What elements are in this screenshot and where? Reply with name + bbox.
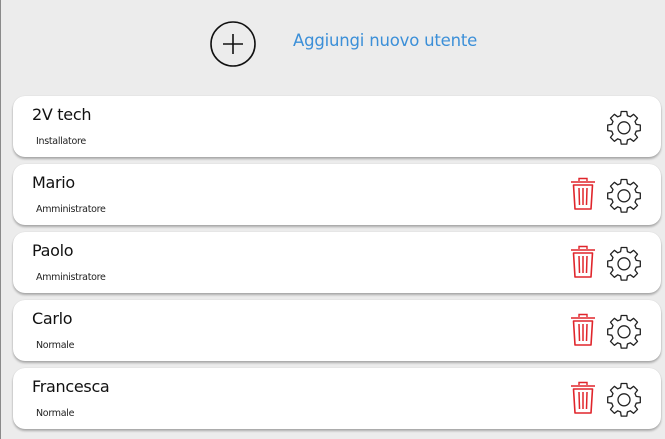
user-card[interactable]: Paolo Amministratore	[13, 232, 661, 293]
trash-icon	[571, 177, 595, 210]
user-card[interactable]: 2V tech Installatore	[13, 96, 661, 157]
gear-icon	[607, 178, 641, 213]
user-role: Installatore	[36, 136, 86, 147]
user-name: Mario	[32, 173, 75, 192]
user-list: 2V tech Installatore Mario Amministrator…	[13, 96, 661, 436]
user-name: Francesca	[32, 377, 110, 396]
add-user-button[interactable]	[209, 20, 257, 68]
trash-icon	[571, 313, 595, 346]
gear-icon	[607, 382, 641, 417]
trash-icon	[571, 245, 595, 278]
user-card[interactable]: Francesca Normale	[13, 368, 661, 429]
delete-user-button[interactable]	[569, 244, 597, 280]
user-role: Normale	[36, 340, 75, 351]
user-settings-button[interactable]	[605, 381, 643, 419]
user-settings-button[interactable]	[605, 245, 643, 283]
user-settings-button[interactable]	[605, 109, 643, 147]
user-settings-button[interactable]	[605, 313, 643, 351]
user-name: 2V tech	[32, 105, 92, 124]
user-card[interactable]: Carlo Normale	[13, 300, 661, 361]
user-name: Carlo	[32, 309, 73, 328]
gear-icon	[607, 110, 641, 145]
gear-icon	[607, 246, 641, 281]
user-settings-button[interactable]	[605, 177, 643, 215]
user-role: Amministratore	[36, 272, 106, 283]
trash-icon	[571, 381, 595, 414]
user-role: Amministratore	[36, 204, 106, 215]
user-card[interactable]: Mario Amministratore	[13, 164, 661, 225]
delete-user-button[interactable]	[569, 380, 597, 416]
user-role: Normale	[36, 408, 75, 419]
gear-icon	[607, 314, 641, 349]
add-user-link[interactable]: Aggiungi nuovo utente	[293, 31, 477, 50]
plus-circle-icon	[210, 21, 256, 67]
delete-user-button[interactable]	[569, 312, 597, 348]
delete-user-button[interactable]	[569, 176, 597, 212]
add-user-row: Aggiungi nuovo utente	[1, 0, 665, 92]
user-name: Paolo	[32, 241, 74, 260]
